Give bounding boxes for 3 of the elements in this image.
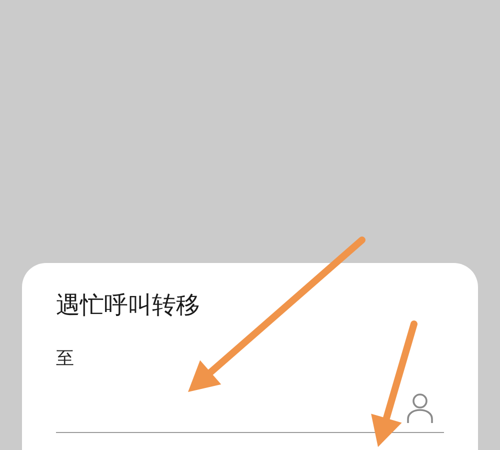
field-label: 至 — [56, 347, 74, 371]
dialog-title: 遇忙呼叫转移 — [56, 290, 200, 321]
contact-icon[interactable] — [406, 392, 434, 424]
